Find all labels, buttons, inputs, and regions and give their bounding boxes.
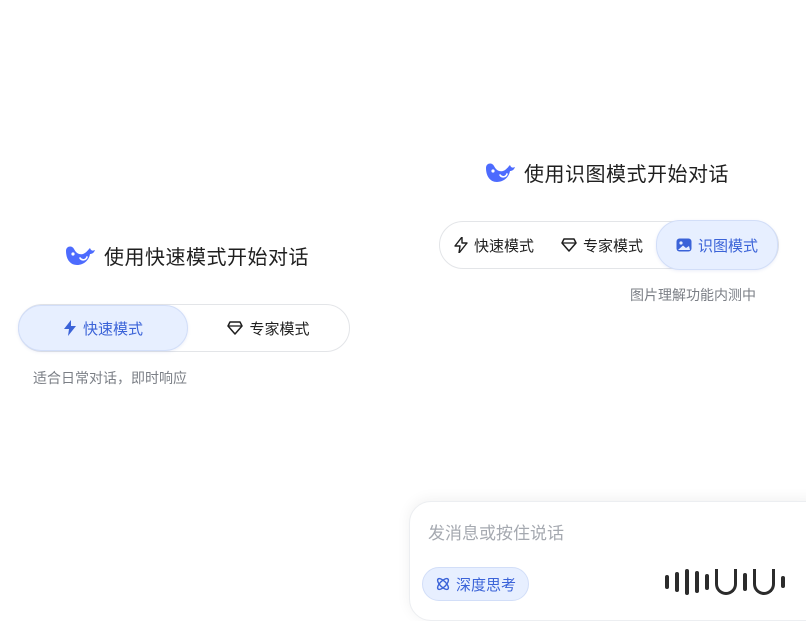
left-page-title: 使用快速模式开始对话 (104, 244, 309, 269)
right-page-title: 使用识图模式开始对话 (524, 161, 729, 186)
whale-logo-icon (66, 246, 95, 265)
left-expert-mode-button[interactable]: 专家模式 (188, 305, 349, 351)
right-image-mode-label: 识图模式 (697, 236, 758, 255)
left-mode-caption: 适合日常对话，即时响应 (33, 371, 187, 387)
left-mode-selector: 快速模式 专家模式 (18, 304, 350, 352)
right-mode-caption: 图片理解功能内测中 (630, 288, 756, 304)
waveform-bar (685, 569, 689, 595)
right-fast-mode-button[interactable]: 快速模式 (440, 222, 548, 268)
waveform-ring (715, 569, 737, 595)
waveform-bar (665, 575, 669, 589)
waveform-bar (705, 574, 709, 590)
deep-think-label: 深度思考 (456, 575, 517, 594)
waveform-bar (743, 573, 747, 591)
lightning-icon (454, 237, 468, 253)
left-expert-mode-label: 专家模式 (249, 319, 310, 338)
image-icon (676, 238, 692, 252)
waveform-ring (753, 569, 775, 595)
deep-think-button[interactable]: 深度思考 (422, 567, 530, 601)
diamond-icon (561, 238, 577, 252)
left-title-row: 使用快速模式开始对话 (64, 238, 309, 272)
left-fast-mode-label: 快速模式 (82, 319, 143, 338)
right-fast-mode-label: 快速模式 (473, 236, 534, 255)
waveform-bar (675, 572, 679, 592)
diamond-icon (227, 321, 244, 335)
right-title-row: 使用识图模式开始对话 (484, 155, 729, 189)
atom-icon (436, 577, 450, 591)
right-mode-selector: 快速模式 专家模式 识图模式 (439, 220, 779, 270)
right-image-mode-button[interactable]: 识图模式 (656, 220, 778, 270)
message-input[interactable]: 发消息或按住说话 (428, 519, 564, 544)
message-input-card: 发消息或按住说话 深度思考 (409, 501, 806, 621)
waveform-bar (781, 576, 785, 588)
right-expert-mode-label: 专家模式 (582, 236, 643, 255)
voice-waveform-icon[interactable] (665, 564, 806, 600)
whale-logo-icon (486, 163, 515, 182)
lightning-icon (63, 320, 76, 336)
left-fast-mode-button[interactable]: 快速模式 (18, 305, 188, 351)
right-expert-mode-button[interactable]: 专家模式 (548, 222, 656, 268)
waveform-bar (695, 571, 699, 593)
